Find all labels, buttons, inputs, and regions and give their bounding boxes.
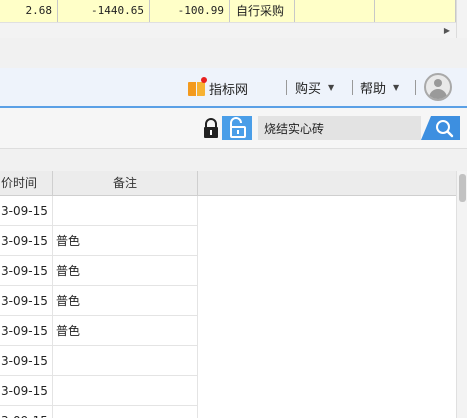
- table-row[interactable]: 3-09-15 普色: [0, 256, 198, 286]
- cell-note: 普色: [53, 286, 198, 316]
- price-table: 价时间 备注 3-09-15 3-09-15 普色 3-09-15 普色 3-0…: [0, 171, 456, 418]
- chevron-down-icon: ▼: [328, 83, 335, 92]
- site-logo[interactable]: 指标网: [188, 77, 249, 98]
- grid-cell[interactable]: -100.99: [150, 0, 230, 22]
- cell-date: 3-09-15: [0, 406, 53, 418]
- column-header-empty: [198, 171, 456, 196]
- divider: [352, 80, 353, 95]
- logo-book-icon: [188, 77, 207, 96]
- cell-date: 3-09-15: [0, 316, 53, 346]
- column-header-remarks[interactable]: 备注: [53, 171, 198, 196]
- scroll-right-arrow-icon[interactable]: ▶: [444, 26, 450, 35]
- cell-date: 3-09-15: [0, 286, 53, 316]
- scrollbar-thumb[interactable]: [459, 174, 466, 202]
- chevron-down-icon: ▼: [393, 83, 400, 92]
- grid-cell-empty[interactable]: [375, 0, 456, 22]
- cell-note: [53, 406, 198, 418]
- cell-note: [53, 196, 198, 226]
- cell-date: 3-09-15: [0, 256, 53, 286]
- table-row[interactable]: 3-09-15: [0, 346, 198, 376]
- table-row[interactable]: 3-09-15 普色: [0, 286, 198, 316]
- table-row[interactable]: 3-09-15 普色: [0, 226, 198, 256]
- cell-note: [53, 346, 198, 376]
- cell-date: 3-09-15: [0, 346, 53, 376]
- cell-note: [53, 376, 198, 406]
- toolbar: [0, 108, 467, 149]
- cell-date: 3-09-15: [0, 226, 53, 256]
- divider: [286, 80, 287, 95]
- spacer: [0, 149, 467, 171]
- vertical-scrollbar-top[interactable]: [456, 0, 467, 38]
- column-header-time[interactable]: 价时间: [0, 171, 53, 196]
- user-avatar-icon[interactable]: [424, 73, 452, 101]
- search-input[interactable]: [258, 116, 421, 140]
- grid-cell-empty[interactable]: [295, 0, 375, 22]
- cell-note: 普色: [53, 316, 198, 346]
- lock-icon[interactable]: [202, 118, 220, 139]
- nav-help-label: 帮助: [360, 82, 387, 97]
- cell-date: 3-09-15: [0, 196, 53, 226]
- table-row[interactable]: 3-09-15: [0, 406, 198, 418]
- cell-date: 3-09-15: [0, 376, 53, 406]
- nav-help-menu[interactable]: 帮助 ▼: [360, 78, 399, 97]
- spreadsheet-top-row: 2.68 -1440.65 -100.99 自行采购: [0, 0, 456, 23]
- table-row[interactable]: 3-09-15: [0, 376, 198, 406]
- table-row[interactable]: 3-09-15 普色: [0, 316, 198, 346]
- nav-buy-label: 购买: [295, 82, 322, 97]
- search-icon: [436, 120, 454, 138]
- search-button[interactable]: [421, 116, 460, 140]
- table-row[interactable]: 3-09-15: [0, 196, 198, 226]
- nav-buy-menu[interactable]: 购买 ▼: [295, 78, 334, 97]
- cell-note: 普色: [53, 226, 198, 256]
- grid-cell[interactable]: 2.68: [0, 0, 58, 22]
- divider: [415, 80, 416, 95]
- unlock-button[interactable]: [222, 116, 252, 140]
- cell-note: 普色: [53, 256, 198, 286]
- vertical-scrollbar[interactable]: [456, 171, 467, 418]
- grid-cell[interactable]: 自行采购: [230, 0, 295, 22]
- unlock-icon: [230, 117, 246, 138]
- spacer: [0, 38, 467, 68]
- logo-text: 指标网: [209, 82, 249, 98]
- grid-cell[interactable]: -1440.65: [58, 0, 150, 22]
- app-header: 指标网 购买 ▼ 帮助 ▼: [0, 68, 467, 108]
